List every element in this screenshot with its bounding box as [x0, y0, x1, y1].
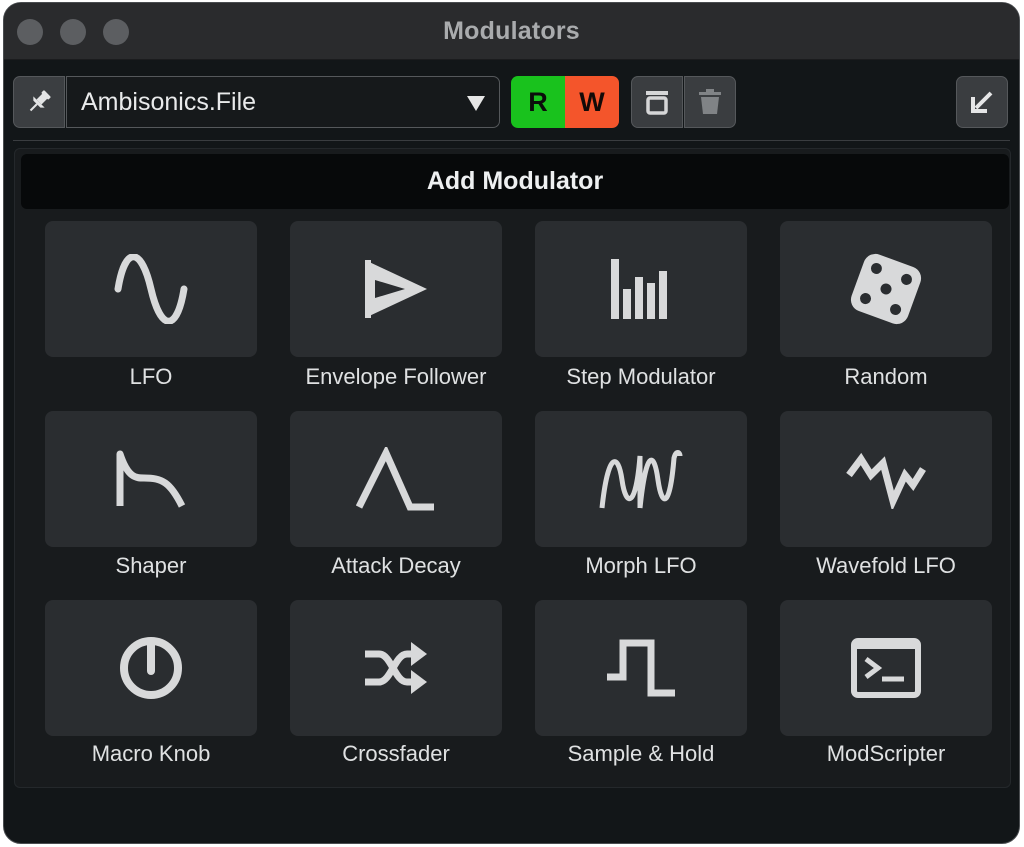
- modulator-label: Random: [844, 364, 928, 389]
- modulator-label: Step Modulator: [566, 364, 716, 389]
- modulator-label: Wavefold LFO: [816, 553, 956, 578]
- modulator-tile-step-modulator[interactable]: [535, 221, 747, 357]
- modulator-tile-morph-lfo[interactable]: [535, 411, 747, 547]
- toolbar: Ambisonics.File R W: [4, 59, 1019, 143]
- window-title: Modulators: [443, 17, 580, 45]
- arrow-down-left-icon: [971, 91, 993, 113]
- modulator-tile-macro-knob[interactable]: [45, 600, 257, 736]
- modulator-label: Attack Decay: [331, 553, 461, 578]
- square-pulse-icon: [607, 639, 675, 697]
- shuffle-crossfade-icon: [365, 642, 427, 694]
- trash-icon: [699, 89, 721, 114]
- modulator-tile-lfo[interactable]: [45, 221, 257, 357]
- read-automation-button[interactable]: R: [511, 76, 565, 128]
- modulator-tile-sample-hold[interactable]: [535, 600, 747, 736]
- write-automation-button[interactable]: W: [565, 76, 619, 128]
- modulator-tile-crossfader[interactable]: [290, 600, 502, 736]
- wavefold-icon: [846, 452, 926, 509]
- knob-icon: [120, 637, 182, 699]
- modulator-label: Sample & Hold: [567, 741, 715, 766]
- modulator-label: LFO: [129, 364, 173, 389]
- modulator-label: Morph LFO: [585, 553, 697, 578]
- chevron-down-icon: [467, 96, 485, 111]
- modulator-tile-attack-decay[interactable]: [290, 411, 502, 547]
- preset-name: Ambisonics.File: [81, 88, 257, 116]
- envelope-follower-icon: [365, 260, 427, 318]
- modulator-label: Envelope Follower: [305, 364, 487, 389]
- bypass-box-icon: [646, 91, 668, 115]
- toolbar-divider: [13, 140, 1010, 141]
- terminal-icon: [851, 638, 921, 698]
- sine-wave-icon: [114, 254, 188, 324]
- morph-wave-icon: [599, 450, 683, 509]
- modulator-label: Crossfader: [342, 741, 450, 766]
- modulator-tile-random[interactable]: [780, 221, 992, 357]
- bypass-button[interactable]: [631, 76, 683, 128]
- pin-button[interactable]: [13, 76, 65, 128]
- dice-icon: [850, 253, 922, 325]
- title-bar: Modulators: [4, 3, 1019, 60]
- modulator-label: ModScripter: [826, 741, 946, 766]
- modulator-label: Shaper: [115, 553, 187, 578]
- panel-header: Add Modulator: [21, 154, 1009, 209]
- modulator-tile-wavefold-lfo[interactable]: [780, 411, 992, 547]
- step-bars-icon: [611, 259, 667, 319]
- modulator-label: Macro Knob: [91, 741, 211, 766]
- pin-icon: [29, 90, 51, 112]
- delete-button[interactable]: [684, 76, 736, 128]
- modulator-tile-modscripter[interactable]: [780, 600, 992, 736]
- preset-dropdown[interactable]: Ambisonics.File: [66, 76, 500, 128]
- modulator-tile-shaper[interactable]: [45, 411, 257, 547]
- attack-decay-icon: [356, 447, 434, 511]
- dock-button[interactable]: [956, 76, 1008, 128]
- shaper-curve-icon: [116, 450, 186, 508]
- modulator-tile-envelope-follower[interactable]: [290, 221, 502, 357]
